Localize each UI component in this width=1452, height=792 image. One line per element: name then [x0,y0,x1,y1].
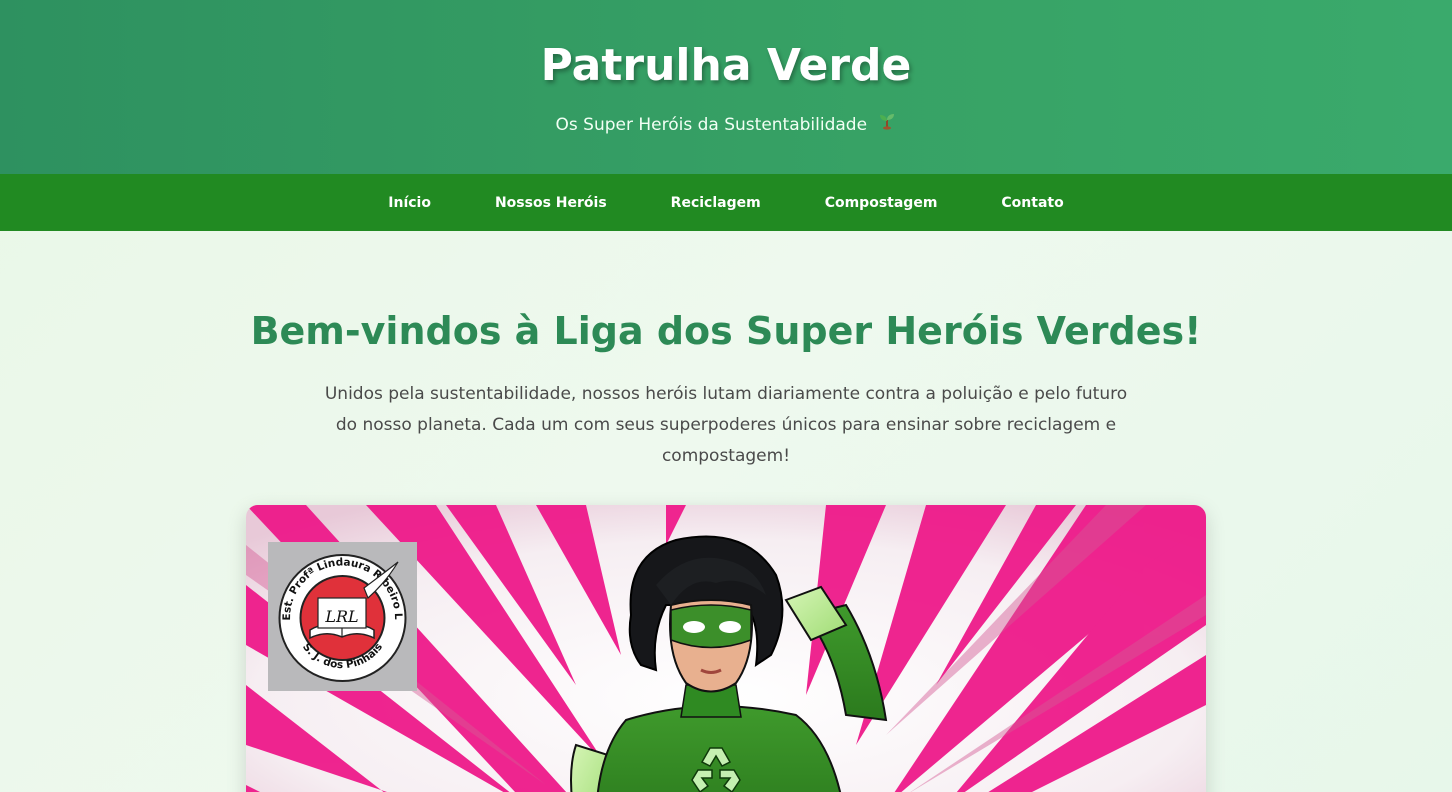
main-content: Bem-vindos à Liga dos Super Heróis Verde… [0,231,1452,792]
hero-image: Col. Est. Profª Lindaura Ribeiro Lucas S… [246,505,1206,792]
site-subtitle: Os Super Heróis da Sustentabilidade [0,112,1452,136]
nav-link-compostagem[interactable]: Compostagem [793,195,970,211]
site-subtitle-text: Os Super Heróis da Sustentabilidade [555,115,868,135]
sprout-icon [878,112,896,136]
logo-monogram: LRL [324,607,358,626]
site-header: Patrulha Verde Os Super Heróis da Susten… [0,0,1452,174]
main-nav: Início Nossos Heróis Reciclagem Composta… [0,174,1452,231]
nav-link-nossos-herois[interactable]: Nossos Heróis [463,195,639,211]
welcome-text: Unidos pela sustentabilidade, nossos her… [324,384,1128,466]
nav-link-reciclagem[interactable]: Reciclagem [639,195,793,211]
school-logo: Col. Est. Profª Lindaura Ribeiro Lucas S… [268,542,417,691]
welcome-title: Bem-vindos à Liga dos Super Heróis Verde… [250,309,1202,353]
nav-link-contato[interactable]: Contato [969,195,1095,211]
site-title: Patrulha Verde [540,40,912,91]
nav-link-inicio[interactable]: Início [356,195,463,211]
